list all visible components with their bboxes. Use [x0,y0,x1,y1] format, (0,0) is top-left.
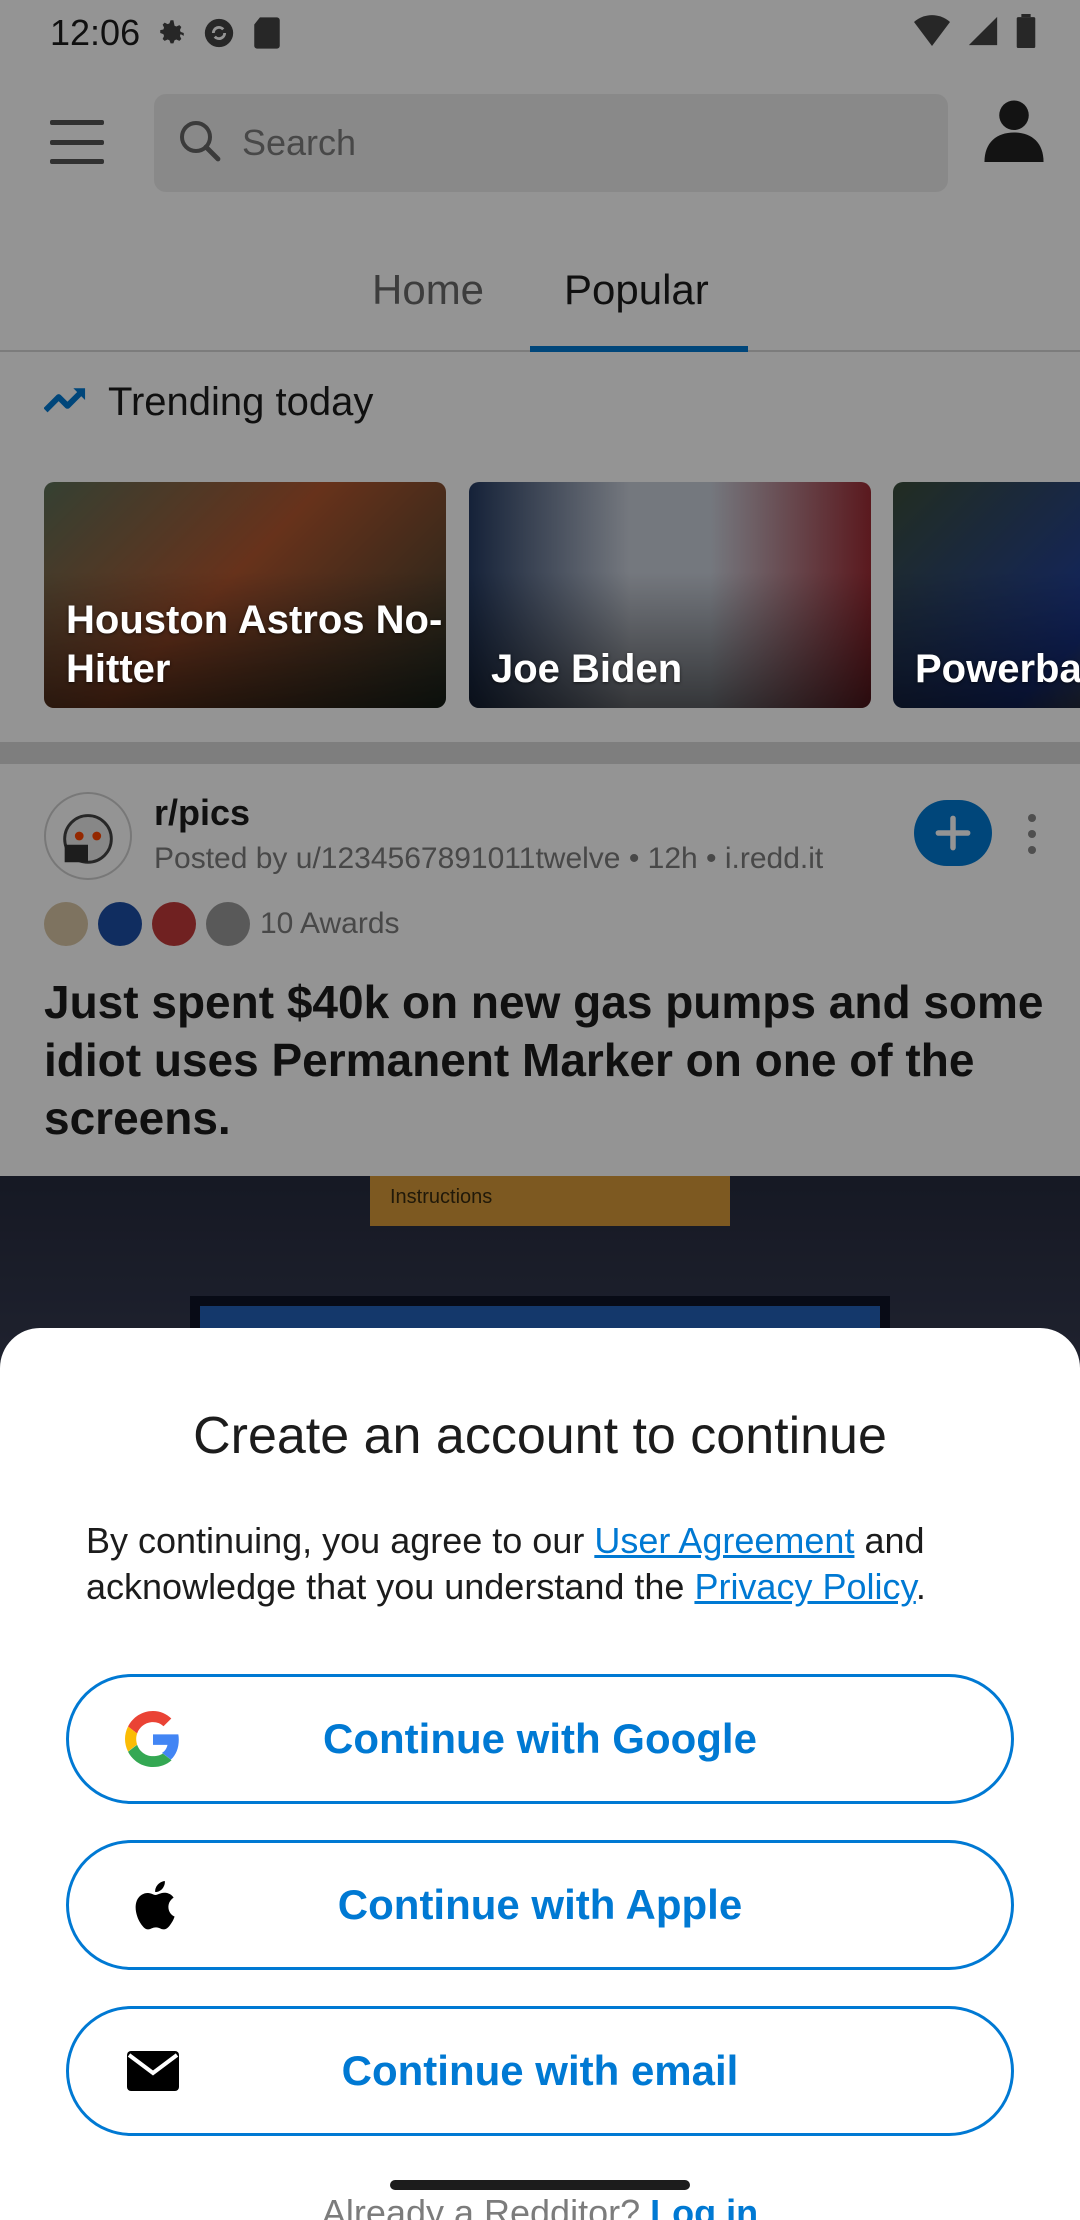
google-icon [123,1709,183,1769]
mail-icon [123,2041,183,2101]
user-agreement-link[interactable]: User Agreement [594,1520,854,1561]
email-button-label: Continue with email [341,2047,739,2094]
login-link[interactable]: Log in [650,2192,758,2220]
trending-card-label: Joe Biden [491,647,683,692]
continue-with-email-button[interactable]: Continue with email [66,2006,1014,2136]
continue-with-google-button[interactable]: Continue with Google [66,1674,1014,1804]
trending-card-label: Houston Astros No-Hitter [66,598,443,692]
terms-suffix: . [915,1566,926,1608]
apple-button-label: Continue with Apple [337,1881,743,1928]
privacy-policy-link[interactable]: Privacy Policy [694,1566,915,1607]
trending-card-label: Powerba [915,647,1080,692]
gesture-nav-handle[interactable] [390,2180,690,2190]
signup-sheet: Create an account to continue By continu… [0,1328,1080,2220]
apple-icon [123,1875,183,1935]
terms-text: By continuing, you agree to our User Agr… [86,1518,1006,1610]
login-prompt: Already a Redditor? Log in [0,2192,1080,2220]
terms-prefix: By continuing, you agree to our [86,1520,595,1561]
already-redditor-text: Already a Redditor? [321,2192,651,2220]
sheet-title: Create an account to continue [193,1407,887,1465]
google-button-label: Continue with Google [323,1715,757,1762]
continue-with-apple-button[interactable]: Continue with Apple [66,1840,1014,1970]
